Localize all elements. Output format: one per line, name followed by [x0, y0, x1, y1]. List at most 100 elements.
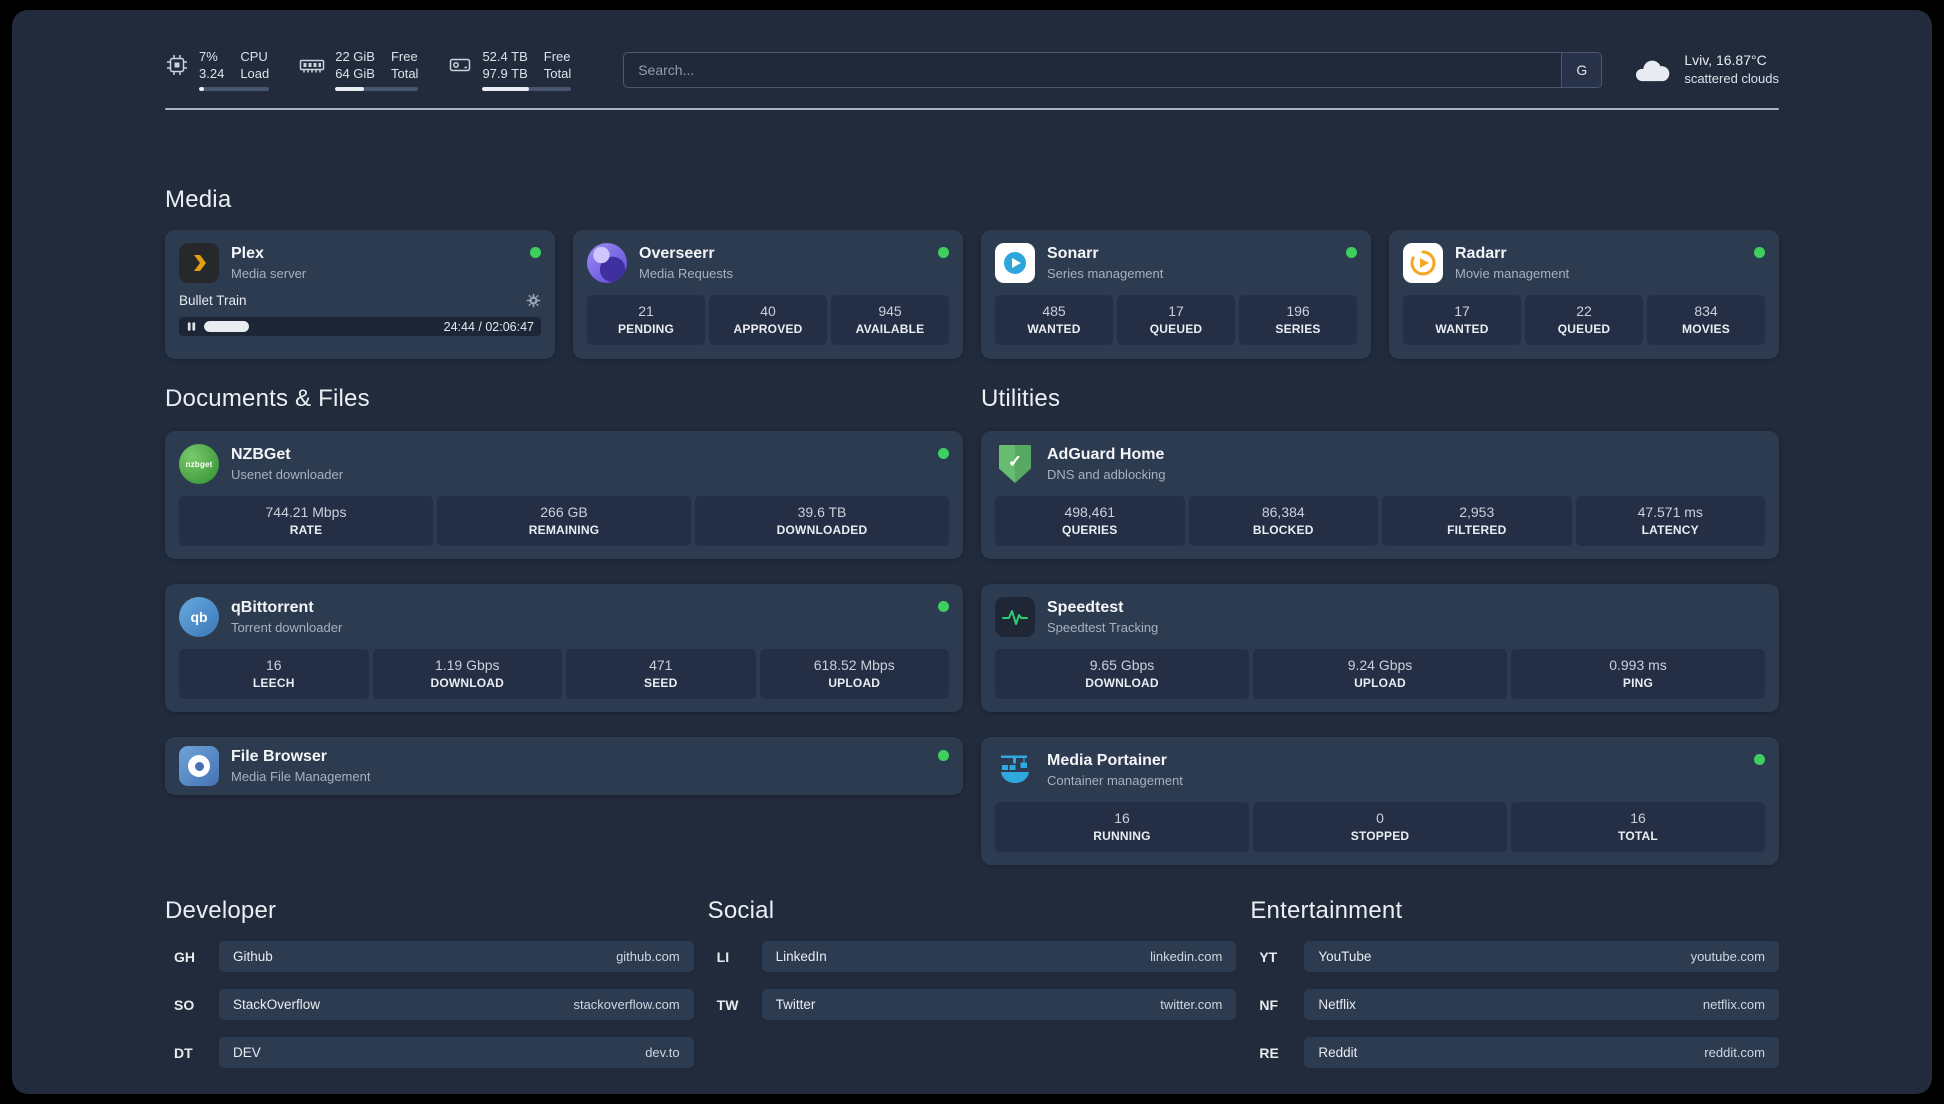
speedtest-card[interactable]: Speedtest Speedtest Tracking 9.65 Gbps D… — [981, 584, 1779, 712]
link-abbr: YT — [1259, 948, 1278, 965]
stat-label: QUEUED — [1557, 322, 1611, 336]
cpu-percent: 7% — [199, 49, 218, 64]
stat-queries: 498,461 QUERIES — [995, 496, 1185, 546]
stat-available: 945 AVAILABLE — [831, 295, 949, 345]
link-linkedin[interactable]: LI LinkedIn linkedin.com — [708, 941, 1237, 972]
link-domain: twitter.com — [1160, 997, 1223, 1012]
stat-label: BLOCKED — [1252, 523, 1314, 537]
link-name: Netflix — [1318, 997, 1356, 1012]
stat-filtered: 2,953 FILTERED — [1382, 496, 1572, 546]
link-github[interactable]: GH Github github.com — [165, 941, 694, 972]
link-stackoverflow[interactable]: SO StackOverflow stackoverflow.com — [165, 989, 694, 1020]
playback-progress[interactable] — [204, 321, 437, 332]
search-input[interactable] — [624, 52, 1562, 87]
gear-icon[interactable] — [526, 293, 541, 308]
section-title-media: Media — [165, 186, 232, 213]
nzbget-card[interactable]: nzbget NZBGet Usenet downloader 744.21 M… — [165, 431, 963, 559]
stat-value: 2,953 — [1459, 504, 1495, 520]
portainer-card[interactable]: Media Portainer Container management 16 … — [981, 737, 1779, 865]
stat-value: 945 — [878, 303, 902, 319]
stat-label: QUEUED — [1149, 322, 1203, 336]
stat-download: 9.65 Gbps DOWNLOAD — [995, 649, 1249, 699]
stat-ping: 0.993 ms PING — [1511, 649, 1765, 699]
link-domain: stackoverflow.com — [573, 997, 680, 1012]
stat-value: 485 — [1042, 303, 1066, 319]
link-twitter[interactable]: TW Twitter twitter.com — [708, 989, 1237, 1020]
playback-time: 24:44 / 02:06:47 — [443, 319, 534, 334]
stat-leech: 16 LEECH — [179, 649, 369, 699]
cpu-load-avg: 3.24 — [199, 66, 225, 81]
overseerr-icon — [587, 243, 627, 283]
app-name: AdGuard Home — [1047, 446, 1165, 463]
stat-label: SERIES — [1275, 322, 1321, 336]
link-name: Github — [233, 949, 273, 964]
stat-label: REMAINING — [528, 523, 600, 537]
stat-label: FILTERED — [1447, 523, 1507, 537]
link-reddit[interactable]: RE Reddit reddit.com — [1250, 1037, 1779, 1068]
stat-queued: 22 QUEUED — [1525, 295, 1643, 345]
stat-value: 22 — [1576, 303, 1592, 319]
entertainment-section: Entertainment YT YouTube youtube.com NF … — [1250, 897, 1779, 1085]
sonarr-icon — [995, 243, 1035, 283]
link-name: YouTube — [1318, 949, 1372, 964]
search-engine-button[interactable]: G — [1561, 52, 1602, 87]
link-name: Reddit — [1318, 1045, 1358, 1060]
filebrowser-card[interactable]: File Browser Media File Management — [165, 737, 963, 795]
link-domain: linkedin.com — [1150, 949, 1223, 964]
link-name: LinkedIn — [775, 949, 827, 964]
stat-label: DOWNLOAD — [1085, 676, 1159, 690]
stat-value: 744.21 Mbps — [265, 504, 347, 520]
pause-icon[interactable] — [186, 321, 197, 332]
now-playing-title: Bullet Train — [179, 293, 247, 308]
link-netflix[interactable]: NF Netflix netflix.com — [1250, 989, 1779, 1020]
portainer-whale-icon — [995, 750, 1035, 790]
section-title-developer: Developer — [165, 897, 277, 924]
app-subtitle: Torrent downloader — [231, 620, 343, 635]
link-name: Twitter — [775, 997, 816, 1012]
stat-label: RUNNING — [1093, 829, 1151, 843]
status-dot-online — [1754, 247, 1765, 258]
stat-value: 618.52 Mbps — [813, 657, 895, 673]
app-name: File Browser — [231, 748, 328, 765]
overseerr-card[interactable]: Overseerr Media Requests 21 PENDING 40 A… — [573, 230, 963, 359]
adguard-card[interactable]: ✓ AdGuard Home DNS and adblocking 498,46… — [981, 431, 1779, 559]
social-section: Social LI LinkedIn linkedin.com TW Twitt… — [708, 897, 1237, 1085]
app-subtitle: Media server — [231, 266, 307, 281]
radarr-card[interactable]: Radarr Movie management 17 WANTED 22 QUE… — [1389, 230, 1779, 359]
ram-progress-bar — [335, 87, 419, 91]
stat-approved: 40 APPROVED — [709, 295, 827, 345]
link-dev-to[interactable]: DT DEV dev.to — [165, 1037, 694, 1068]
stat-label: PING — [1622, 676, 1654, 690]
qbittorrent-card[interactable]: qb qBittorrent Torrent downloader 16 LEE… — [165, 584, 963, 712]
stat-wanted: 17 WANTED — [1403, 295, 1521, 345]
stat-value: 0.993 ms — [1609, 657, 1667, 673]
stat-value: 196 — [1286, 303, 1310, 319]
sonarr-card[interactable]: Sonarr Series management 485 WANTED 17 Q… — [981, 230, 1371, 359]
section-title-documents: Documents & Files — [165, 385, 370, 412]
stat-rate: 744.21 Mbps RATE — [179, 496, 433, 546]
stat-pending: 21 PENDING — [587, 295, 705, 345]
cloud-icon — [1636, 60, 1670, 81]
ram-widget: 22 GiB 64 GiB Free Total — [299, 48, 419, 91]
link-name: StackOverflow — [233, 997, 321, 1012]
link-abbr: GH — [174, 948, 195, 965]
stat-latency: 47.571 ms LATENCY — [1575, 496, 1765, 546]
disk-label-1: Free — [543, 49, 571, 64]
stat-label: LATENCY — [1641, 523, 1699, 537]
app-name: NZBGet — [231, 446, 291, 463]
stat-value: 266 GB — [540, 504, 588, 520]
app-subtitle: Container management — [1047, 773, 1183, 788]
stat-label: APPROVED — [733, 322, 803, 336]
disk-label-2: Total — [543, 66, 572, 81]
app-name: Media Portainer — [1047, 752, 1168, 769]
stat-value: 17 — [1168, 303, 1184, 319]
link-youtube[interactable]: YT YouTube youtube.com — [1250, 941, 1779, 972]
app-name: Speedtest — [1047, 599, 1124, 616]
status-dot-online — [1754, 754, 1765, 765]
stat-value: 16 — [1114, 810, 1130, 826]
link-abbr: DT — [174, 1044, 193, 1061]
plex-card[interactable]: Plex Media server Bullet Train 24:44 / 0… — [165, 230, 555, 359]
stat-value: 9.65 Gbps — [1089, 657, 1155, 673]
app-subtitle: Usenet downloader — [231, 467, 344, 482]
link-domain: dev.to — [645, 1045, 680, 1060]
